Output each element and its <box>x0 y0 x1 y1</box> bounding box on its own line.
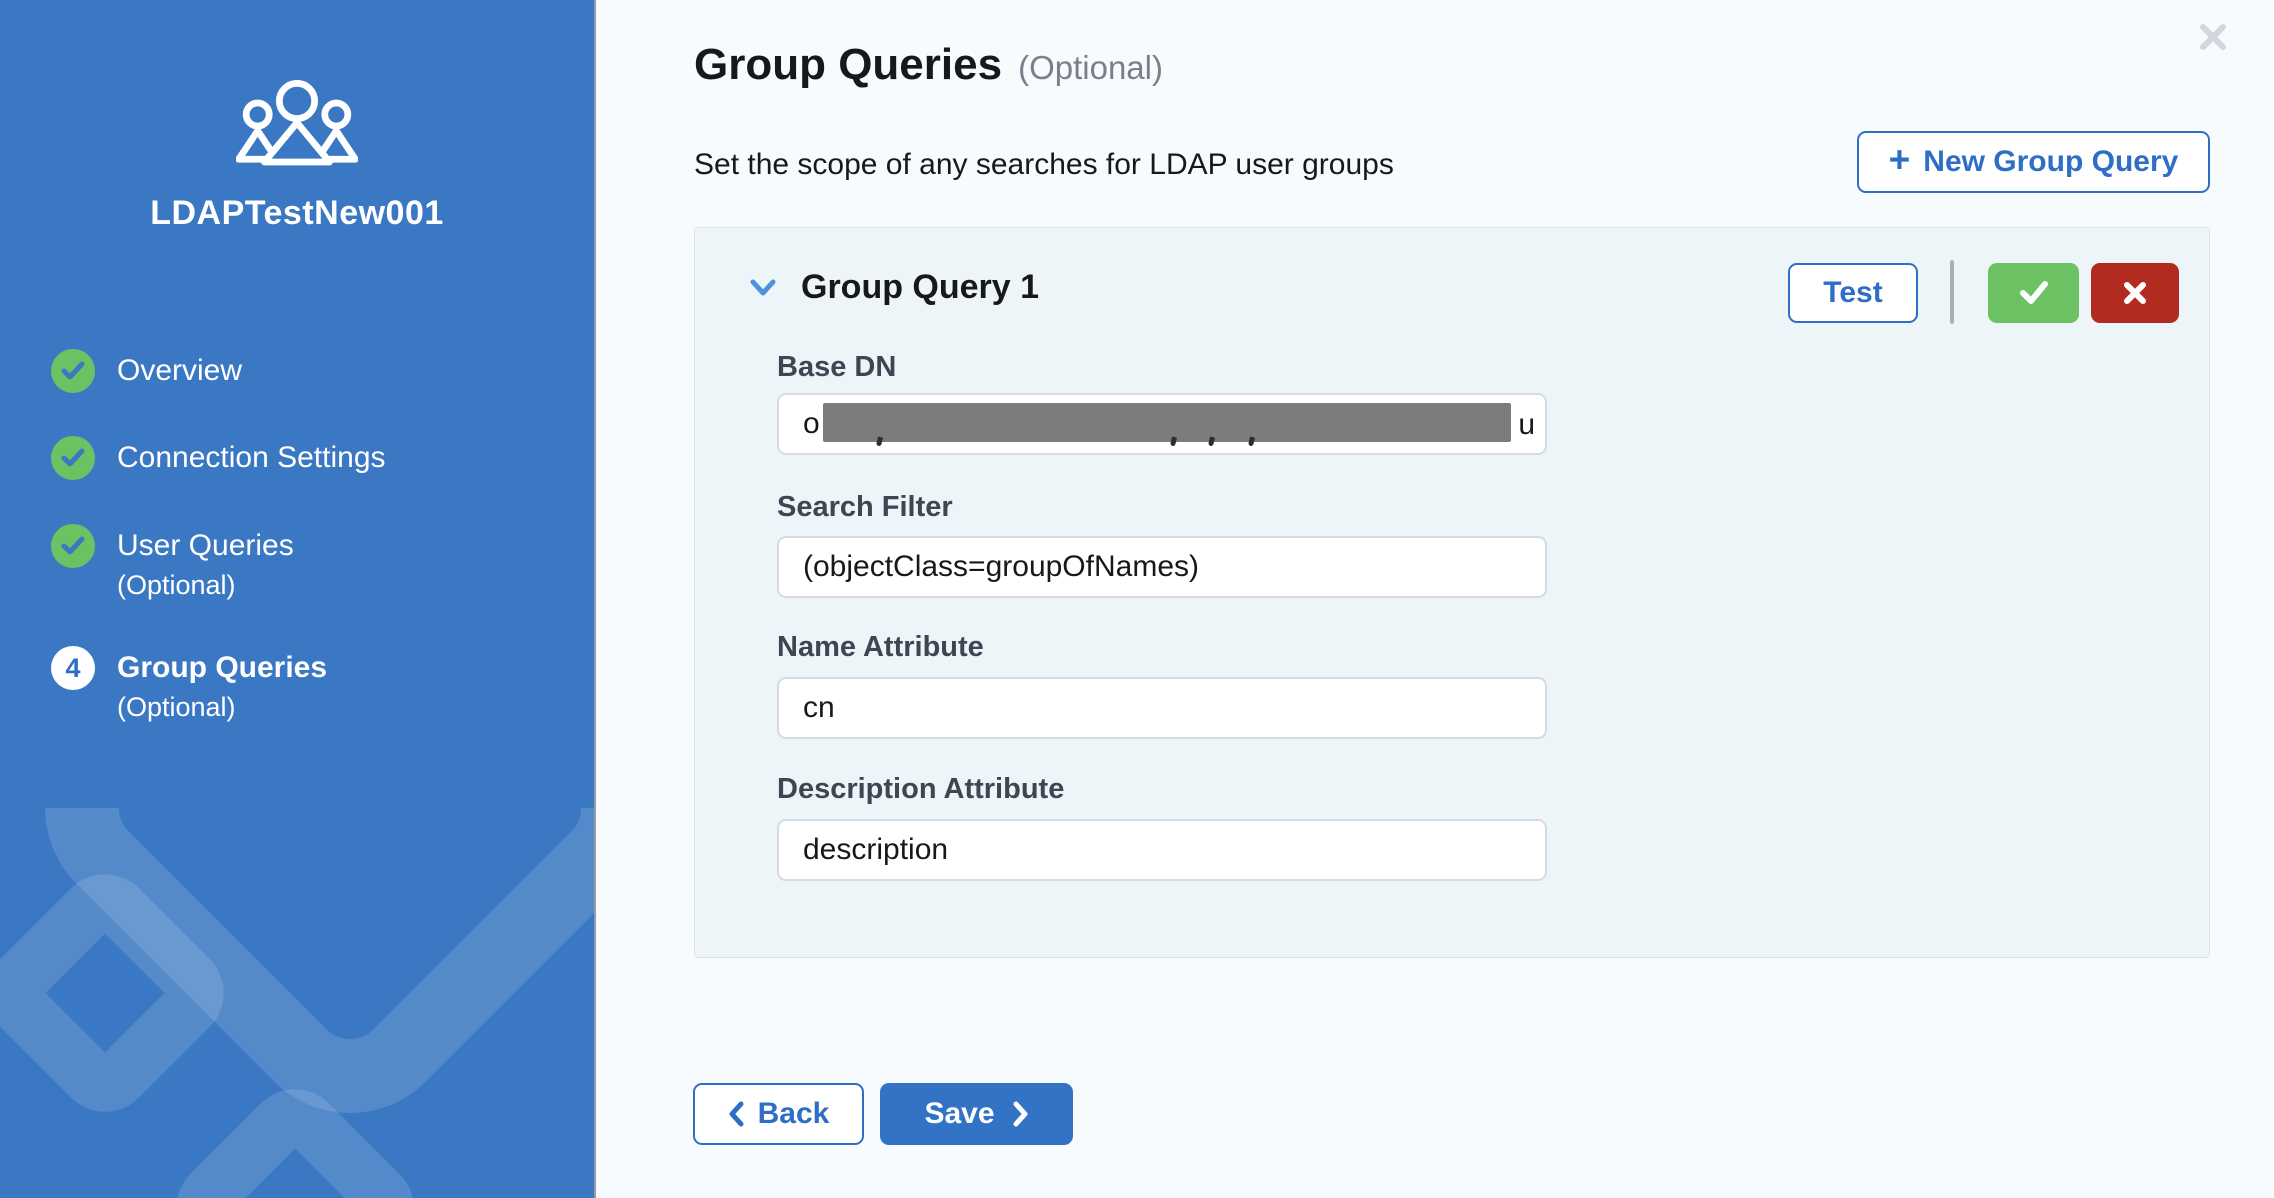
confirm-button[interactable] <box>1988 263 2079 323</box>
description-attribute-value: description <box>803 833 948 867</box>
step-sublabel: (Optional) <box>117 690 327 724</box>
search-filter-input[interactable]: (objectClass=groupOfNames) <box>777 536 1547 598</box>
plus-icon: + <box>1889 145 1911 175</box>
card-header: Group Query 1 <box>743 268 1039 307</box>
step-complete-icon <box>51 524 95 568</box>
page-title-optional: (Optional) <box>1018 49 1163 87</box>
name-attribute-value: cn <box>803 691 835 725</box>
base-dn-value: o <box>803 407 820 441</box>
sidebar-step-user-queries[interactable]: User Queries (Optional) <box>51 524 294 602</box>
delete-button[interactable] <box>2091 263 2179 323</box>
sidebar-step-group-queries[interactable]: 4 Group Queries (Optional) <box>51 646 327 724</box>
chevron-left-icon <box>728 1101 744 1127</box>
sidebar-header: LDAPTestNew001 <box>0 80 594 233</box>
base-dn-label: Base DN <box>777 351 896 384</box>
button-divider <box>1950 260 1954 324</box>
description-attribute-input[interactable]: description <box>777 819 1547 881</box>
step-label: Group Queries <box>117 646 327 690</box>
x-icon <box>2123 281 2147 305</box>
redacted-text-artifact <box>1208 437 1215 447</box>
step-number-badge: 4 <box>51 646 95 690</box>
search-filter-label: Search Filter <box>777 491 953 524</box>
redaction-overlay <box>823 403 1511 442</box>
description-attribute-label: Description Attribute <box>777 773 1064 806</box>
redacted-text-artifact <box>1248 437 1255 447</box>
back-button[interactable]: Back <box>693 1083 864 1145</box>
brand-watermark <box>0 808 596 1198</box>
connection-name: LDAPTestNew001 <box>0 194 594 233</box>
card-title: Group Query 1 <box>801 268 1039 307</box>
step-complete-icon <box>51 436 95 480</box>
name-attribute-input[interactable]: cn <box>777 677 1547 739</box>
step-label: Connection Settings <box>117 436 386 480</box>
page-title: Group Queries <box>694 40 1002 90</box>
ldap-setup-modal: LDAPTestNew001 Overview Connection Setti… <box>0 0 2274 1198</box>
group-query-card: Group Query 1 Test Base DN o u <box>694 227 2210 958</box>
sidebar-step-overview[interactable]: Overview <box>51 349 242 393</box>
base-dn-input[interactable]: o u <box>777 393 1547 455</box>
check-icon <box>2019 281 2049 305</box>
save-button[interactable]: Save <box>880 1083 1073 1145</box>
search-filter-value: (objectClass=groupOfNames) <box>803 550 1199 584</box>
save-label: Save <box>924 1097 994 1131</box>
collapse-chevron-icon[interactable] <box>743 273 783 303</box>
base-dn-trailing-char: u <box>1518 408 1535 442</box>
new-group-query-label: New Group Query <box>1923 145 2178 179</box>
sidebar-step-connection-settings[interactable]: Connection Settings <box>51 436 386 480</box>
page-subtitle: Set the scope of any searches for LDAP u… <box>694 148 1394 182</box>
redacted-text-artifact <box>1170 437 1177 447</box>
chevron-right-icon <box>1013 1101 1029 1127</box>
sidebar: LDAPTestNew001 Overview Connection Setti… <box>0 0 596 1198</box>
redacted-text-artifact <box>876 437 883 447</box>
name-attribute-label: Name Attribute <box>777 631 984 664</box>
step-sublabel: (Optional) <box>117 568 294 602</box>
test-button[interactable]: Test <box>1788 263 1918 323</box>
page-title-row: Group Queries (Optional) <box>694 40 1163 90</box>
step-label: Overview <box>117 349 242 393</box>
main-panel: Group Queries (Optional) Set the scope o… <box>598 0 2274 1198</box>
close-icon[interactable] <box>2196 20 2230 54</box>
back-label: Back <box>758 1097 830 1131</box>
step-label: User Queries <box>117 524 294 568</box>
step-complete-icon <box>51 349 95 393</box>
new-group-query-button[interactable]: + New Group Query <box>1857 131 2210 193</box>
user-group-icon <box>236 80 358 168</box>
